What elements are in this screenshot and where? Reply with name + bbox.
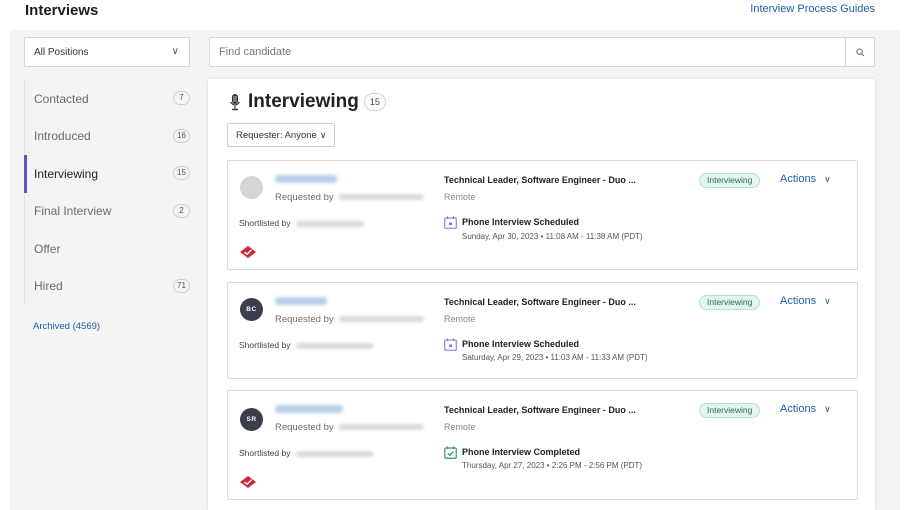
candidate-card[interactable]: BC Requested by Shortlisted by Technical… [227,282,858,379]
status-badge: Interviewing [699,295,761,310]
avatar [240,176,263,199]
event-time: Thursday, Apr 27, 2023 • 2:26 PM - 2:56 … [462,461,643,470]
job-title: Technical Leader, Software Engineer - Du… [444,297,636,307]
shortlist-badge-icon [240,476,256,488]
search-input[interactable] [210,38,846,66]
sidebar-item-label: Hired [34,279,63,294]
sidebar-item-hired[interactable]: Hired 71 [25,268,196,306]
requested-by: Requested by [275,422,424,433]
chevron-down-icon: ∨ [824,173,831,184]
event-title: Phone Interview Scheduled [462,217,580,227]
actions-button[interactable]: Actions ∨ [780,295,831,307]
search-button[interactable] [845,38,874,66]
chevron-down-icon: ∨ [319,129,327,140]
job-title: Technical Leader, Software Engineer - Du… [444,405,636,415]
shortlist-badge-icon [240,246,256,258]
sidebar-item-interviewing[interactable]: Interviewing 15 [24,155,196,193]
sidebar-item-label: Contacted [34,91,89,106]
status-badge: Interviewing [699,173,761,188]
actions-button[interactable]: Actions ∨ [780,173,831,185]
actions-label: Actions [780,403,817,415]
event-time: Sunday, Apr 30, 2023 • 11:08 AM - 11:38 … [462,232,643,241]
status-sidebar: Contacted 7 Introduced 16 Interviewing 1… [24,80,196,332]
sidebar-item-count: 7 [173,91,190,105]
search-box [209,37,875,67]
status-badge: Interviewing [699,403,761,418]
candidate-name[interactable] [275,297,327,305]
panel-header: Interviewing 15 [228,91,386,113]
event-title: Phone Interview Scheduled [462,339,580,349]
calendar-icon [444,338,457,351]
requester-filter-label: Requester: Anyone [236,129,317,141]
job-location: Remote [444,314,476,324]
sidebar-item-count: 71 [173,278,190,293]
microphone-icon [230,94,240,111]
panel-count-badge: 15 [363,93,386,111]
sidebar-list: Contacted 7 Introduced 16 Interviewing 1… [24,80,196,305]
actions-label: Actions [780,295,817,307]
position-select-value: All Positions [34,47,89,58]
sidebar-item-count: 16 [173,128,190,143]
sidebar-item-label: Final Interview [34,204,112,219]
job-title: Technical Leader, Software Engineer - Du… [444,175,636,185]
requested-by: Requested by [275,192,424,203]
calendar-check-icon [444,446,457,459]
shortlisted-by: Shortlisted by [239,340,374,350]
actions-label: Actions [780,173,817,185]
sidebar-item-count: 2 [173,203,190,218]
chevron-down-icon: ∨ [824,403,831,414]
sidebar-item-introduced[interactable]: Introduced 16 [25,118,196,156]
position-select[interactable]: All Positions ∨ [24,37,190,67]
candidate-card[interactable]: SR Requested by Shortlisted by Technical… [227,390,858,500]
candidate-card[interactable]: Requested by Shortlisted by Technical Le… [227,160,858,270]
event-time: Saturday, Apr 29, 2023 • 11:03 AM - 11:3… [462,353,648,362]
sidebar-item-count: 15 [173,166,190,180]
sidebar-item-label: Interviewing [34,166,99,181]
actions-button[interactable]: Actions ∨ [780,403,831,415]
page-title: Interviews [25,2,99,19]
job-location: Remote [444,422,476,432]
shortlisted-by: Shortlisted by [239,218,364,228]
requested-by: Requested by [275,314,424,325]
candidate-name[interactable] [275,405,343,413]
search-icon [855,47,864,56]
sidebar-item-contacted[interactable]: Contacted 7 [25,80,196,118]
job-location: Remote [444,192,476,202]
top-bar: Interviews Interview Process Guides [0,0,909,30]
requester-filter-button[interactable]: Requester: Anyone ∨ [227,123,336,147]
avatar: BC [240,298,263,321]
event-title: Phone Interview Completed [462,447,581,457]
sidebar-item-label: Offer [34,241,61,256]
sidebar-item-offer[interactable]: Offer [25,230,196,268]
archived-link[interactable]: Archived (4569) [24,321,196,332]
avatar: SR [240,408,263,431]
candidate-name[interactable] [275,175,337,183]
chevron-down-icon: ∨ [824,295,831,306]
calendar-icon [444,216,457,229]
chevron-down-icon: ∨ [171,46,179,57]
interview-process-guides-link[interactable]: Interview Process Guides [750,3,875,15]
sidebar-item-label: Introduced [34,129,91,144]
panel-title: Interviewing [248,91,359,112]
sidebar-item-final-interview[interactable]: Final Interview 2 [25,193,196,231]
interviewing-panel: Interviewing 15 Requester: Anyone ∨ Requ… [208,79,875,510]
shortlisted-by: Shortlisted by [239,448,374,458]
